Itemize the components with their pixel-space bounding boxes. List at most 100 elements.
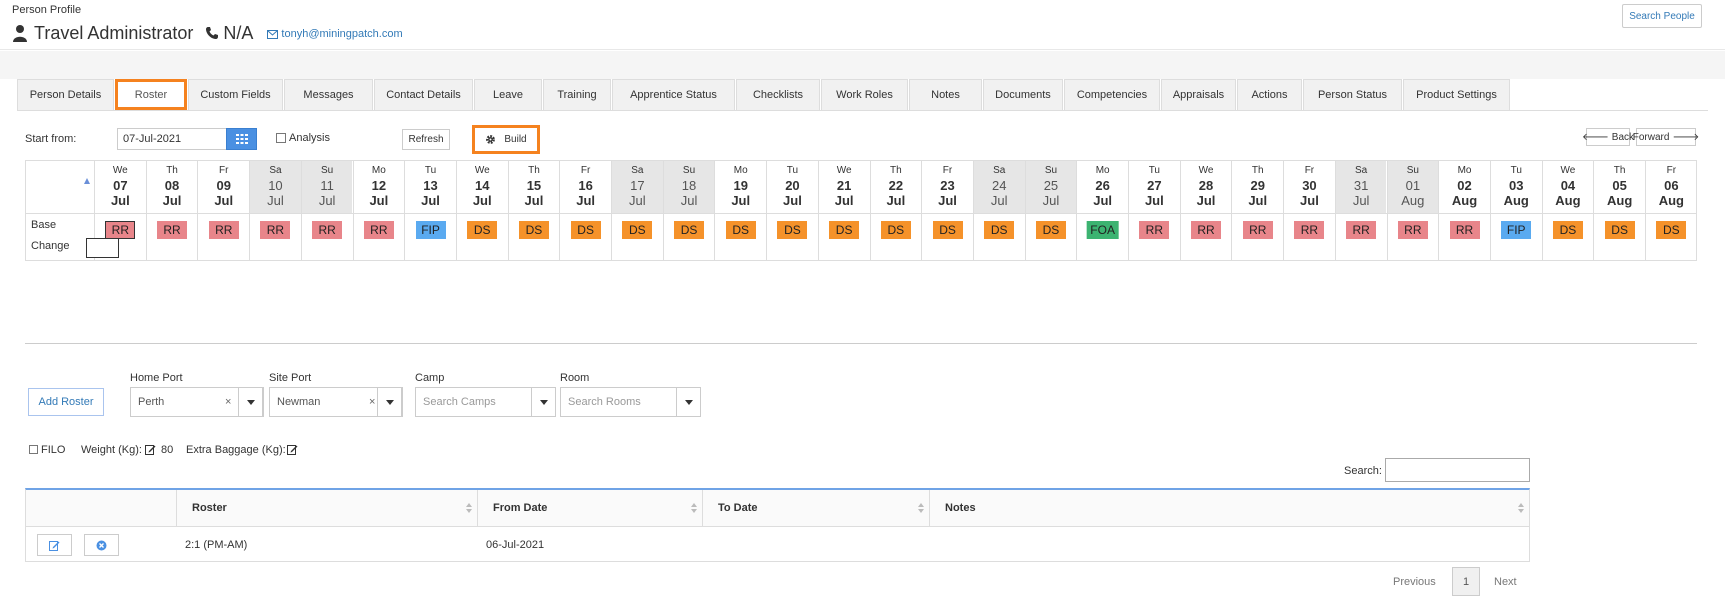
tab-product-settings[interactable]: Product Settings — [1403, 79, 1510, 110]
day-header[interactable]: Fr 23 Jul — [922, 161, 973, 213]
shift-code[interactable]: RR — [105, 221, 136, 239]
day-header[interactable]: Sa 17 Jul — [612, 161, 663, 213]
change-cell-selected[interactable] — [86, 238, 119, 258]
delete-row-button[interactable] — [84, 534, 119, 556]
shift-code[interactable]: DS — [570, 221, 601, 239]
day-header[interactable]: Th 29 Jul — [1232, 161, 1283, 213]
day-header[interactable]: We 04 Aug — [1543, 161, 1594, 213]
shift-code[interactable]: FIP — [1501, 221, 1532, 239]
day-header[interactable]: Sa 24 Jul — [973, 161, 1025, 213]
shift-code[interactable]: RR — [1242, 221, 1273, 239]
shift-code[interactable]: DS — [725, 221, 756, 239]
shift-code[interactable]: RR — [363, 221, 394, 239]
tab-competencies[interactable]: Competencies — [1064, 79, 1160, 110]
day-header[interactable]: Mo 19 Jul — [715, 161, 766, 213]
day-header[interactable]: Su 11 Jul — [301, 161, 353, 213]
room-select[interactable]: Search Rooms — [560, 387, 701, 417]
tab-person-details[interactable]: Person Details — [17, 79, 114, 110]
day-header[interactable]: Sa 31 Jul — [1335, 161, 1387, 213]
day-header[interactable]: Tu 27 Jul — [1129, 161, 1180, 213]
home-port-dropdown[interactable] — [238, 387, 263, 417]
edit-row-button[interactable] — [37, 534, 72, 556]
shift-code[interactable]: FOA — [1086, 221, 1119, 239]
day-header[interactable]: Sa 10 Jul — [250, 161, 301, 213]
camp-select[interactable]: Search Camps — [415, 387, 556, 417]
search-people-button[interactable]: Search People — [1622, 4, 1702, 28]
day-header[interactable]: Fr 16 Jul — [560, 161, 611, 213]
day-header[interactable]: Th 08 Jul — [147, 161, 198, 213]
edit-baggage-icon[interactable] — [287, 444, 298, 455]
build-button[interactable]: Build — [472, 125, 540, 154]
tab-actions[interactable]: Actions — [1237, 79, 1302, 110]
shift-code[interactable]: DS — [1035, 221, 1066, 239]
room-dropdown[interactable] — [676, 387, 701, 417]
camp-dropdown[interactable] — [531, 387, 556, 417]
day-header[interactable]: Su 25 Jul — [1025, 161, 1077, 213]
pager-page-1[interactable]: 1 — [1452, 567, 1480, 596]
site-port-select[interactable]: Newman × — [269, 387, 403, 417]
shift-code[interactable]: DS — [467, 221, 498, 239]
add-roster-button[interactable]: Add Roster — [28, 388, 104, 416]
forward-button[interactable]: Forward 🡒 — [1633, 128, 1699, 146]
shift-code[interactable]: RR — [1294, 221, 1325, 239]
pager-previous[interactable]: Previous — [1393, 576, 1436, 588]
shift-code[interactable]: DS — [674, 221, 705, 239]
day-header[interactable]: Fr 30 Jul — [1284, 161, 1335, 213]
shift-code[interactable]: DS — [518, 221, 549, 239]
site-port-clear-icon[interactable]: × — [369, 396, 375, 408]
shift-code[interactable]: RR — [1346, 221, 1377, 239]
shift-code[interactable]: RR — [1397, 221, 1428, 239]
tab-leave[interactable]: Leave — [474, 79, 542, 110]
day-header[interactable]: Th 15 Jul — [509, 161, 560, 213]
shift-code[interactable]: DS — [1552, 221, 1583, 239]
shift-code[interactable]: DS — [880, 221, 911, 239]
day-header[interactable]: Mo 02 Aug — [1439, 161, 1490, 213]
shift-code[interactable]: DS — [984, 221, 1015, 239]
day-header[interactable]: We 28 Jul — [1181, 161, 1232, 213]
tab-roster[interactable]: Roster — [115, 79, 187, 110]
shift-code[interactable]: DS — [1604, 221, 1635, 239]
day-header[interactable]: We 14 Jul — [457, 161, 508, 213]
shift-code[interactable]: DS — [829, 221, 860, 239]
day-header[interactable]: We 07 Jul — [95, 161, 146, 213]
analysis-checkbox[interactable] — [276, 133, 286, 143]
shift-code[interactable]: RR — [157, 221, 188, 239]
sort-up-icon[interactable] — [84, 178, 90, 184]
filo-checkbox[interactable] — [29, 445, 38, 454]
tab-notes[interactable]: Notes — [909, 79, 982, 110]
column-header-roster[interactable]: Roster — [177, 490, 478, 526]
shift-code[interactable]: RR — [260, 221, 291, 239]
refresh-button[interactable]: Refresh — [402, 129, 450, 150]
site-port-dropdown[interactable] — [377, 387, 402, 417]
calendar-button[interactable] — [226, 128, 257, 150]
shift-code[interactable]: DS — [777, 221, 808, 239]
day-header[interactable]: Tu 20 Jul — [767, 161, 818, 213]
start-date-input[interactable]: 07-Jul-2021 — [117, 128, 227, 150]
tab-documents[interactable]: Documents — [983, 79, 1063, 110]
day-header[interactable]: Fr 09 Jul — [198, 161, 249, 213]
shift-code[interactable]: RR — [208, 221, 239, 239]
shift-code[interactable]: DS — [1656, 221, 1687, 239]
tab-training[interactable]: Training — [543, 79, 611, 110]
tab-appraisals[interactable]: Appraisals — [1161, 79, 1236, 110]
tab-work-roles[interactable]: Work Roles — [821, 79, 908, 110]
shift-code[interactable]: RR — [312, 221, 343, 239]
person-email-link[interactable]: tonyh@miningpatch.com — [281, 28, 402, 40]
shift-code[interactable]: FIP — [415, 221, 446, 239]
column-header-to-date[interactable]: To Date — [703, 490, 930, 526]
day-header[interactable]: Mo 26 Jul — [1077, 161, 1128, 213]
table-search-input[interactable] — [1385, 458, 1530, 482]
tab-messages[interactable]: Messages — [284, 79, 373, 110]
day-header[interactable]: We 21 Jul — [819, 161, 870, 213]
edit-weight-icon[interactable] — [145, 444, 156, 455]
home-port-select[interactable]: Perth × — [130, 387, 264, 417]
column-header-from-date[interactable]: From Date — [478, 490, 703, 526]
tab-person-status[interactable]: Person Status — [1303, 79, 1402, 110]
back-button[interactable]: 🡐 Back — [1582, 128, 1634, 146]
day-header[interactable]: Tu 03 Aug — [1491, 161, 1542, 213]
shift-code[interactable]: RR — [1449, 221, 1480, 239]
shift-code[interactable]: RR — [1191, 221, 1222, 239]
day-header[interactable]: Th 22 Jul — [871, 161, 922, 213]
shift-code[interactable]: DS — [932, 221, 963, 239]
day-header[interactable]: Su 18 Jul — [663, 161, 715, 213]
